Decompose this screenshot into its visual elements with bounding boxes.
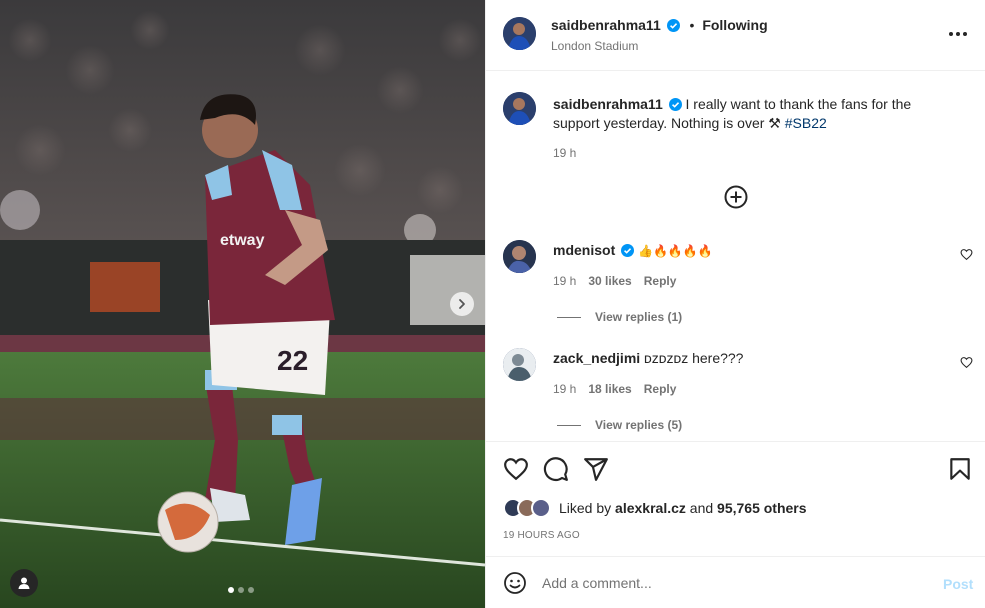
caption-text-block: saidbenrahma11 I really want to thank th… [553,95,933,133]
post-header: saidbenrahma11 • Following London Stadiu… [486,0,985,71]
chevron-right-icon [459,299,465,309]
comment-avatar[interactable] [503,240,536,273]
football-photo: etway 22 [0,0,485,608]
comment-time[interactable]: 19 h [553,274,576,288]
comment-body: 👍🔥🔥🔥🔥 [638,244,713,258]
caption-hashtag[interactable]: #SB22 [785,115,827,131]
next-slide-button[interactable] [450,292,474,316]
likes-summary: Liked by alexkral.cz and 95,765 others [503,498,807,518]
carousel-dot [248,587,254,593]
more-icon [949,32,953,36]
comment-username[interactable]: zack_nedjimi [553,350,640,366]
comment-likes[interactable]: 30 likes [588,274,631,288]
more-icon-dot [963,32,967,36]
comment-time[interactable]: 19 h [553,382,576,396]
author-username[interactable]: saidbenrahma11 [551,17,661,33]
view-replies-button[interactable]: View replies (1) [557,310,682,324]
post-media[interactable]: etway 22 [0,0,485,608]
share-icon[interactable] [583,456,609,482]
comment-username[interactable]: mdenisot [553,242,615,258]
comment-icon[interactable] [543,456,569,482]
post-location[interactable]: London Stadium [551,39,638,53]
add-comment-bar: Post [486,556,985,608]
replies-divider [557,424,581,426]
view-replies-label: View replies (1) [595,310,683,324]
replies-divider [557,316,581,318]
user-tag-icon [18,577,30,589]
carousel-dot [238,587,244,593]
svg-text:etway: etway [220,232,265,249]
caption-author-avatar[interactable] [503,92,536,125]
liker-avatar [531,498,551,518]
header-username-row: saidbenrahma11 • Following [551,17,768,33]
post-actions: Liked by alexkral.cz and 95,765 others 1… [486,441,985,556]
post-details-panel: saidbenrahma11 • Following London Stadiu… [485,0,985,608]
view-replies-button[interactable]: View replies (5) [557,418,682,432]
more-icon-dot [956,32,960,36]
header-separator: • [689,17,695,33]
heart-icon[interactable] [960,248,973,261]
bookmark-icon[interactable] [947,456,973,482]
more-options-button[interactable] [947,26,969,42]
verified-icon [666,19,680,32]
comment-reply-button[interactable]: Reply [644,382,677,396]
likes-text: Liked by alexkral.cz and 95,765 others [559,500,807,516]
comment-meta: 19 h 30 likes Reply [553,274,676,288]
emoji-icon[interactable] [503,571,527,595]
verified-icon [621,244,635,257]
liker-username[interactable]: alexkral.cz [615,500,686,516]
comment-text-row: zack_nedjimi ᴅᴢᴅᴢᴅᴢ here??? [553,350,743,366]
heart-icon[interactable] [503,456,529,482]
view-replies-label: View replies (5) [595,418,683,432]
comment-avatar[interactable] [503,348,536,381]
comment-reply-button[interactable]: Reply [644,274,677,288]
caption-username[interactable]: saidbenrahma11 [553,96,663,112]
plus-circle-icon[interactable] [724,185,748,209]
carousel-indicators [228,587,254,593]
post-comment-button[interactable]: Post [943,576,973,592]
comment-input[interactable] [542,571,922,595]
comment-text-row: mdenisot 👍🔥🔥🔥🔥 [553,242,713,258]
comment-body: ᴅᴢᴅᴢᴅᴢ here??? [644,350,744,366]
svg-text:22: 22 [277,345,308,376]
comment-meta: 19 h 18 likes Reply [553,382,676,396]
verified-icon [668,98,682,111]
likes-prefix: Liked by [559,500,612,516]
likes-others[interactable]: 95,765 others [717,500,807,516]
tagged-users-button[interactable] [10,569,38,597]
carousel-dot-active [228,587,234,593]
comment-likes[interactable]: 18 likes [588,382,631,396]
author-avatar[interactable] [503,17,536,50]
heart-icon[interactable] [960,356,973,369]
post-timestamp[interactable]: 19 HOURS AGO [503,530,580,541]
caption-time[interactable]: 19 h [553,146,576,160]
following-button[interactable]: Following [702,17,767,33]
likes-and: and [689,500,714,516]
